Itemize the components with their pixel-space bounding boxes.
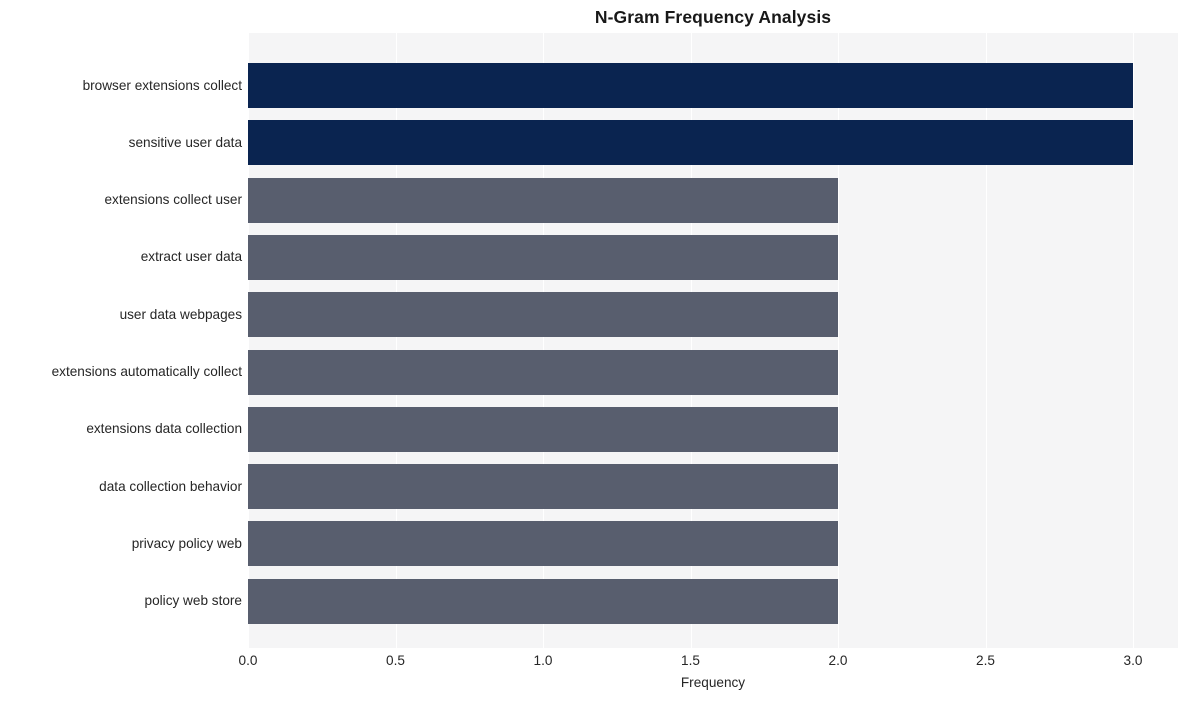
y-axis-tick-label: user data webpages	[119, 306, 242, 322]
y-axis-tick-label: extract user data	[140, 249, 242, 265]
y-axis-tick-label: extensions automatically collect	[51, 364, 242, 379]
y-axis-tick-label: extensions collect user	[104, 192, 242, 208]
bar	[248, 349, 838, 395]
page-title: N-Gram Frequency Analysis	[594, 7, 832, 27]
x-axis-label: Frequency	[680, 675, 746, 690]
x-axis-tick-label: 0.0	[238, 653, 258, 668]
x-axis-tick-label: 3.0	[1123, 653, 1143, 668]
x-axis-tick-label: 0.5	[386, 653, 405, 668]
y-axis-tick-label: data collection behavior	[99, 478, 242, 494]
gridline-vertical	[1133, 33, 1135, 648]
bar	[248, 234, 838, 280]
bar	[248, 578, 838, 624]
x-axis-tick-label: 2.5	[976, 653, 995, 668]
y-axis-tick-label: browser extensions collect	[82, 77, 242, 93]
plot-area	[248, 33, 1178, 648]
x-axis-tick-label: 1.5	[681, 653, 700, 668]
bar	[248, 521, 838, 567]
ngram-frequency-chart: N-Gram Frequency Analysis browser extens…	[0, 0, 1187, 701]
bar	[248, 63, 1133, 108]
x-axis-tick-label: 2.0	[828, 653, 848, 668]
x-axis-tick-label: 1.0	[533, 653, 553, 668]
bar	[248, 292, 838, 338]
y-axis-tick-label: policy web store	[144, 593, 242, 609]
y-axis-tick-label: privacy policy web	[131, 535, 242, 551]
bar	[248, 406, 838, 452]
bar	[248, 177, 838, 223]
y-axis-tick-label: sensitive user data	[128, 134, 242, 150]
bar	[248, 120, 1133, 166]
y-axis-tick-label: extensions data collection	[86, 421, 242, 437]
bar	[248, 464, 838, 510]
